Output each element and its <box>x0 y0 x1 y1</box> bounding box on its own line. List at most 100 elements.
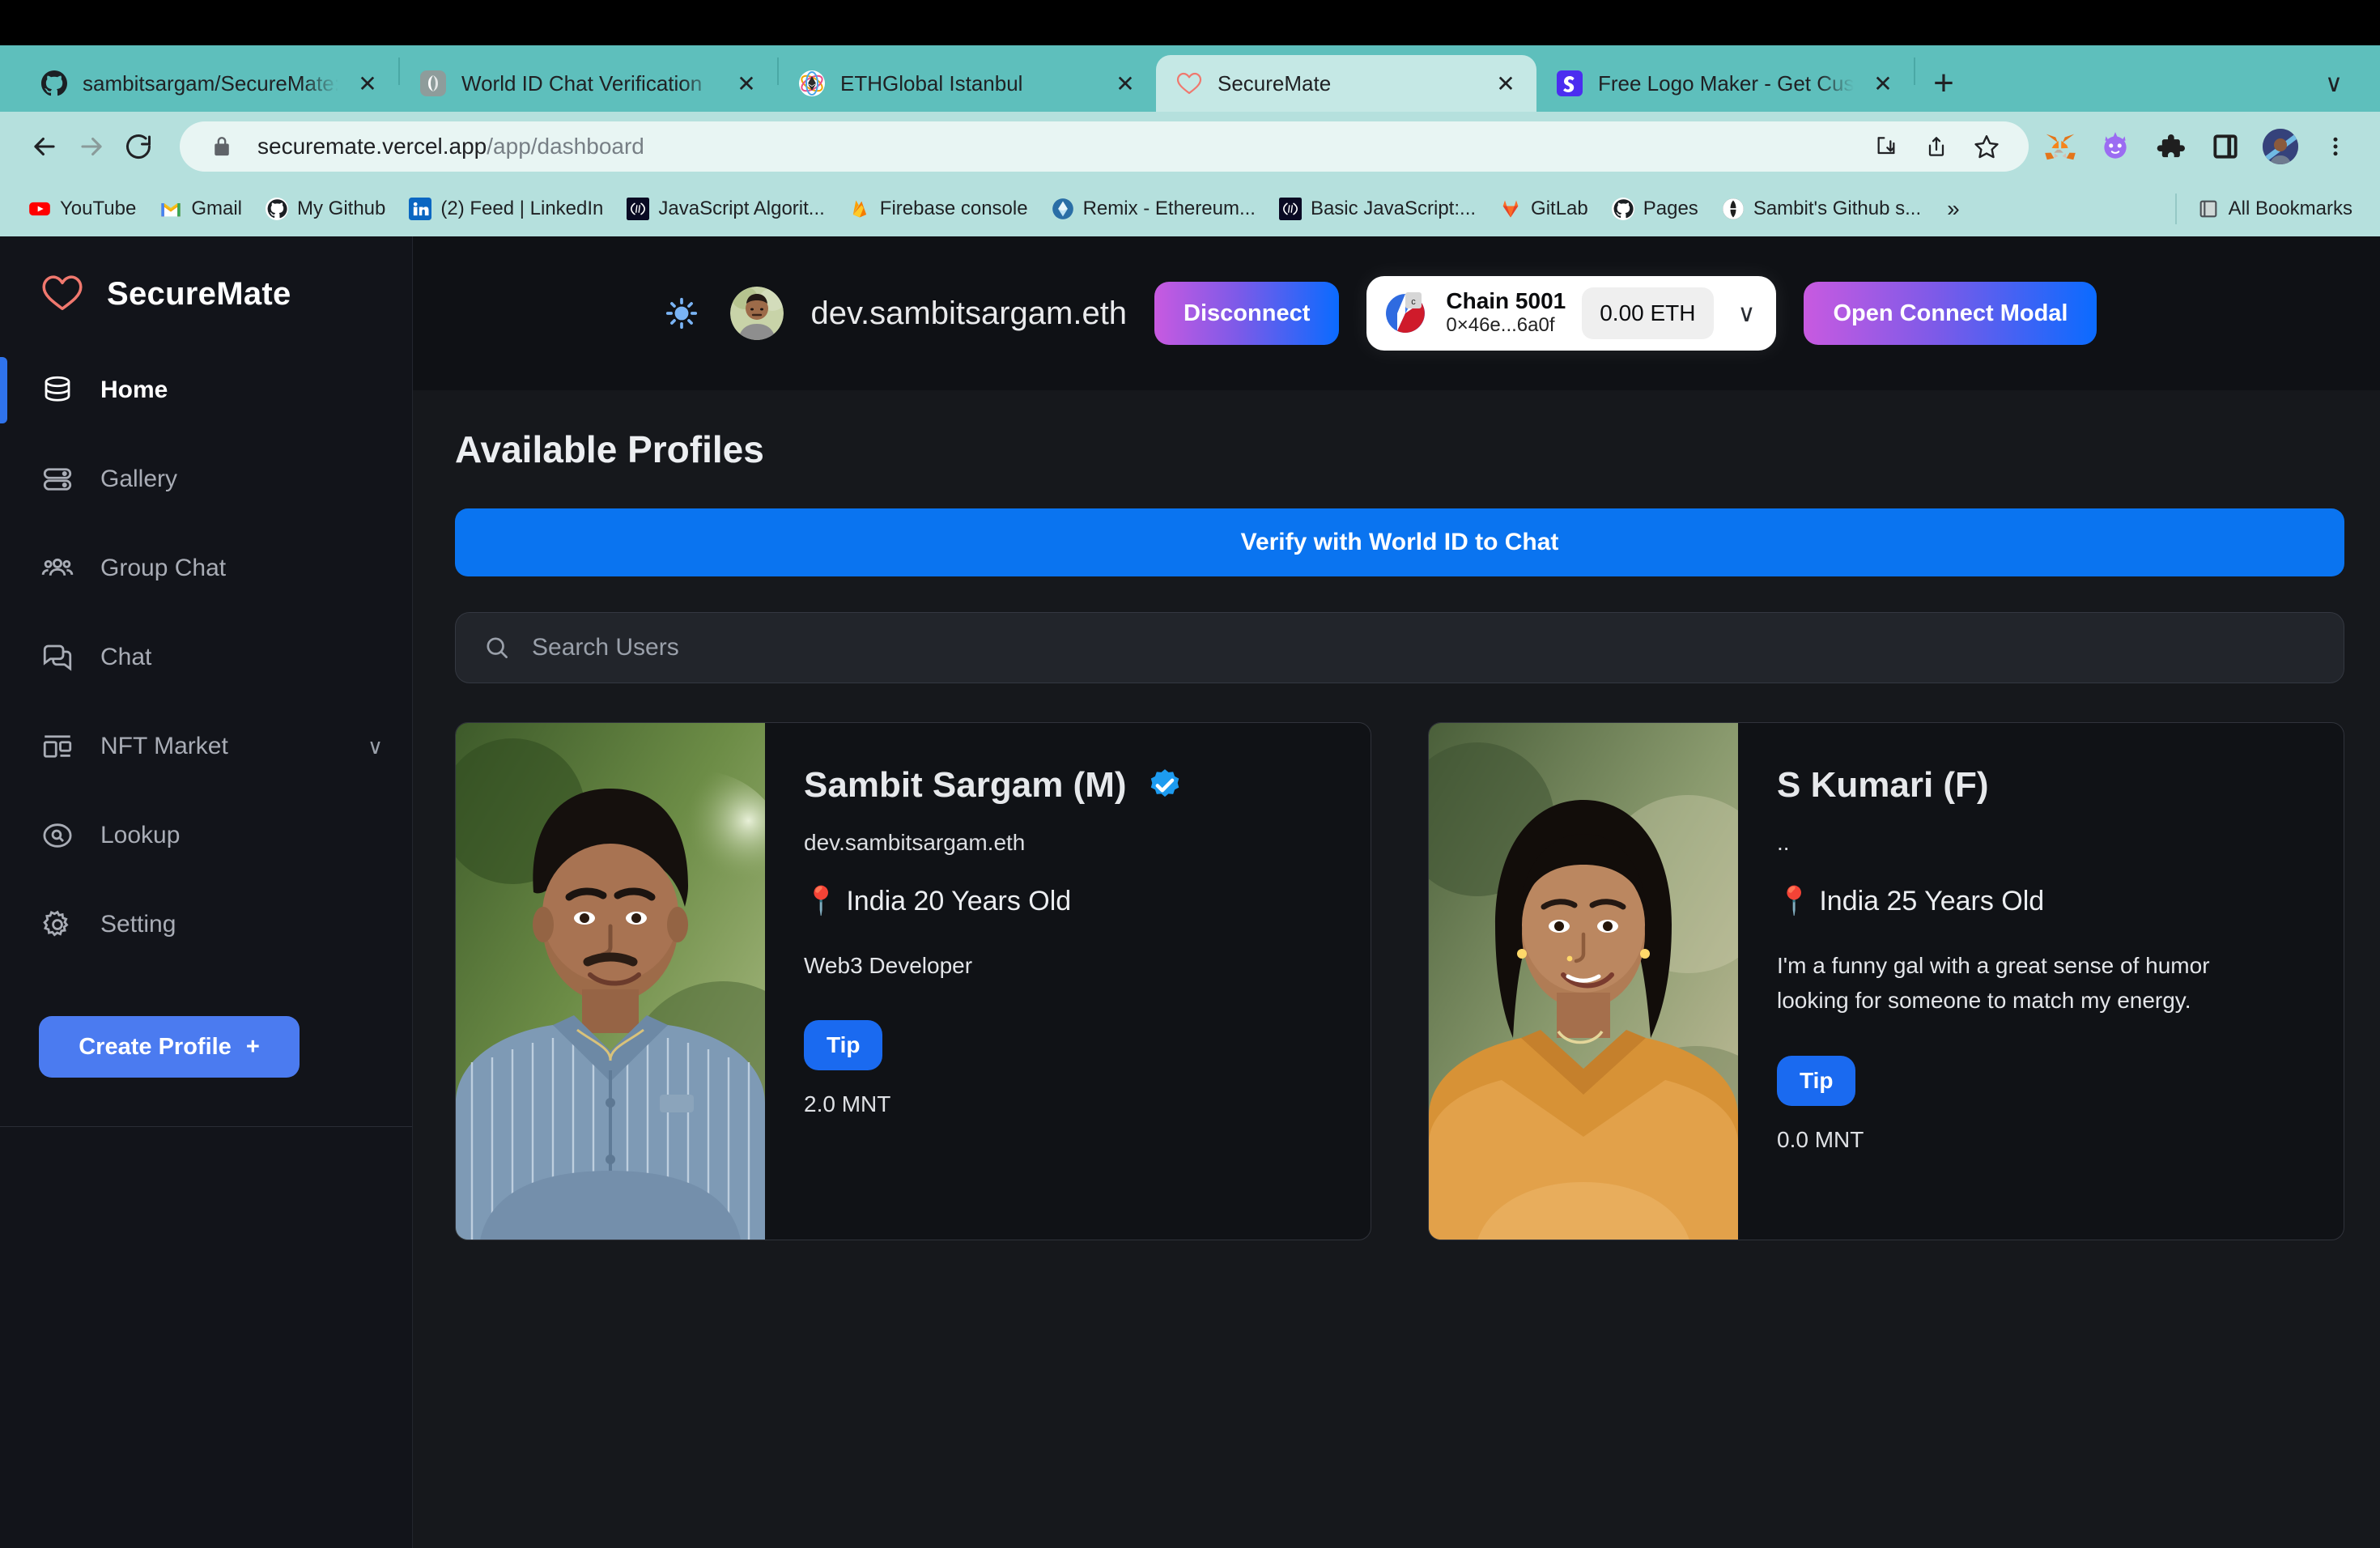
close-icon[interactable]: ✕ <box>732 69 761 98</box>
bookmark-linkedin[interactable]: (2) Feed | LinkedIn <box>397 188 614 230</box>
mantle-network-icon: c <box>1381 289 1430 338</box>
profile-card-body: Sambit Sargam (M) dev.sambitsargam.eth 📍… <box>765 723 1371 1240</box>
create-profile-button[interactable]: Create Profile + <box>39 1016 300 1078</box>
profile-name-row: Sambit Sargam (M) <box>804 765 1335 806</box>
profile-avatar-icon[interactable] <box>2257 123 2304 170</box>
plus-icon: + <box>245 1033 260 1060</box>
heart-logo-icon <box>39 270 86 318</box>
all-bookmarks-button[interactable]: All Bookmarks <box>2185 188 2364 230</box>
bookmark-firebase[interactable]: Firebase console <box>836 188 1039 230</box>
profile-card[interactable]: S Kumari (F) .. 📍 India 25 Years Old I'm… <box>1428 722 2344 1240</box>
install-app-icon[interactable] <box>1865 125 1907 168</box>
address-bar[interactable]: securemate.vercel.app/app/dashboard <box>180 121 2029 172</box>
sidebar-item-chat[interactable]: Chat <box>0 613 412 702</box>
avatar[interactable] <box>729 287 784 340</box>
tabstrip-right-controls: ∨ <box>2307 55 2380 112</box>
bookmark-sambits-github[interactable]: Sambit's Github s... <box>1710 188 1932 230</box>
wallet-widget[interactable]: c Chain 5001 0×46e...6a0f 0.00 ETH ∨ <box>1366 276 1777 351</box>
lock-icon <box>201 125 243 168</box>
search-input[interactable]: Search Users <box>455 612 2344 683</box>
new-tab-button[interactable]: + <box>1915 55 1972 112</box>
tip-amount: 0.0 MNT <box>1777 1126 1864 1152</box>
sidebar-item-label: Gallery <box>100 466 178 492</box>
close-icon[interactable]: ✕ <box>1868 69 1898 98</box>
browser-tab-3[interactable]: SecureMate ✕ <box>1156 55 1536 112</box>
omnibox-actions <box>1865 125 2008 168</box>
search-icon <box>482 632 512 663</box>
tip-amount: 2.0 MNT <box>804 1091 891 1117</box>
profile-card-body: S Kumari (F) .. 📍 India 25 Years Old I'm… <box>1738 723 2344 1240</box>
bookmark-label: JavaScript Algorit... <box>658 198 825 219</box>
sidebar-item-lookup[interactable]: Lookup <box>0 791 412 880</box>
sidebar-item-group-chat[interactable]: Group Chat <box>0 524 412 613</box>
sidebar-item-nft-market[interactable]: NFT Market ∨ <box>0 702 412 791</box>
bookmarks-overflow-icon[interactable]: » <box>1932 196 1974 222</box>
bookmark-youtube[interactable]: YouTube <box>16 188 147 230</box>
bookmark-label: (2) Feed | LinkedIn <box>440 198 604 219</box>
freecodecamp-icon <box>1278 197 1303 221</box>
purple-extension-icon[interactable] <box>2092 123 2139 170</box>
forward-icon[interactable] <box>68 123 115 170</box>
browser-tab-4[interactable]: Free Logo Maker - Get Custom ✕ <box>1536 55 1914 112</box>
bookmark-remix[interactable]: Remix - Ethereum... <box>1039 188 1267 230</box>
extensions-puzzle-icon[interactable] <box>2147 123 2194 170</box>
close-icon[interactable]: ✕ <box>353 69 382 98</box>
chevron-down-icon[interactable]: ∨ <box>1730 300 1764 328</box>
tip-button[interactable]: Tip <box>804 1020 883 1071</box>
search-placeholder: Search Users <box>532 634 679 661</box>
reload-icon[interactable] <box>115 123 162 170</box>
chevron-down-icon[interactable]: ∨ <box>368 734 383 759</box>
verify-world-id-button[interactable]: Verify with World ID to Chat <box>455 508 2344 576</box>
folder-icon <box>2196 197 2221 221</box>
bookmark-pages[interactable]: Pages <box>1600 188 1710 230</box>
sidebar-divider <box>0 1126 412 1127</box>
svg-text:c: c <box>1412 297 1417 307</box>
back-icon[interactable] <box>21 123 68 170</box>
bookmark-basic-javascript[interactable]: Basic JavaScript:... <box>1267 188 1487 230</box>
close-icon[interactable]: ✕ <box>1491 69 1520 98</box>
gear-icon <box>39 906 76 943</box>
brand[interactable]: SecureMate <box>0 236 412 346</box>
verified-badge-icon <box>1146 767 1184 804</box>
sun-icon[interactable] <box>661 292 703 334</box>
open-connect-modal-button[interactable]: Open Connect Modal <box>1804 282 2097 345</box>
sidebar-item-setting[interactable]: Setting <box>0 880 412 969</box>
wallet-balance[interactable]: 0.00 ETH <box>1582 287 1714 339</box>
create-profile-label: Create Profile <box>79 1033 232 1060</box>
sidebar-item-home[interactable]: Home <box>0 346 412 435</box>
bookmark-gmail[interactable]: Gmail <box>147 188 253 230</box>
tab-strip: sambitsargam/SecureMate: Se ✕ World ID C… <box>0 45 2380 112</box>
url-host: securemate.vercel.app <box>257 134 487 159</box>
sidebar-item-label: Home <box>100 376 168 403</box>
magnifier-circle-icon <box>39 817 76 854</box>
bookmark-label: Gmail <box>191 198 242 219</box>
share-icon[interactable] <box>1915 125 1957 168</box>
side-panel-icon[interactable] <box>2202 123 2249 170</box>
looka-icon <box>1556 70 1583 97</box>
profile-handle: dev.sambitsargam.eth <box>804 830 1026 855</box>
bookmark-gitlab[interactable]: GitLab <box>1487 188 1600 230</box>
profile-card[interactable]: Sambit Sargam (M) dev.sambitsargam.eth 📍… <box>455 722 1371 1240</box>
bookmark-my-github[interactable]: My Github <box>253 188 397 230</box>
all-bookmarks-label: All Bookmarks <box>2228 198 2352 219</box>
disconnect-button[interactable]: Disconnect <box>1154 282 1340 345</box>
tab-search-icon[interactable]: ∨ <box>2307 70 2361 98</box>
linkedin-icon <box>408 197 432 221</box>
sidebar-item-label: NFT Market <box>100 733 228 759</box>
browser-tab-2[interactable]: ETHGlobal Istanbul ✕ <box>779 55 1156 112</box>
bookmark-label: Firebase console <box>879 198 1028 219</box>
browser-tab-1[interactable]: World ID Chat Verification ✕ <box>400 55 777 112</box>
main-content: Available Profiles Verify with World ID … <box>413 390 2380 1548</box>
close-icon[interactable]: ✕ <box>1111 69 1140 98</box>
browser-tab-0[interactable]: sambitsargam/SecureMate: Se ✕ <box>21 55 398 112</box>
sidebar-item-gallery[interactable]: Gallery <box>0 435 412 524</box>
github-icon <box>40 70 68 97</box>
metamask-extension-icon[interactable] <box>2037 123 2084 170</box>
chrome-menu-icon[interactable] <box>2312 123 2359 170</box>
profile-bio: Web3 Developer <box>804 953 973 978</box>
bookmark-js-algorithms[interactable]: JavaScript Algorit... <box>614 188 835 230</box>
bookmark-label: Basic JavaScript:... <box>1310 198 1477 219</box>
bookmark-star-icon[interactable] <box>1966 125 2008 168</box>
tip-button[interactable]: Tip <box>1777 1055 1856 1106</box>
sidebar-item-label: Lookup <box>100 822 181 848</box>
